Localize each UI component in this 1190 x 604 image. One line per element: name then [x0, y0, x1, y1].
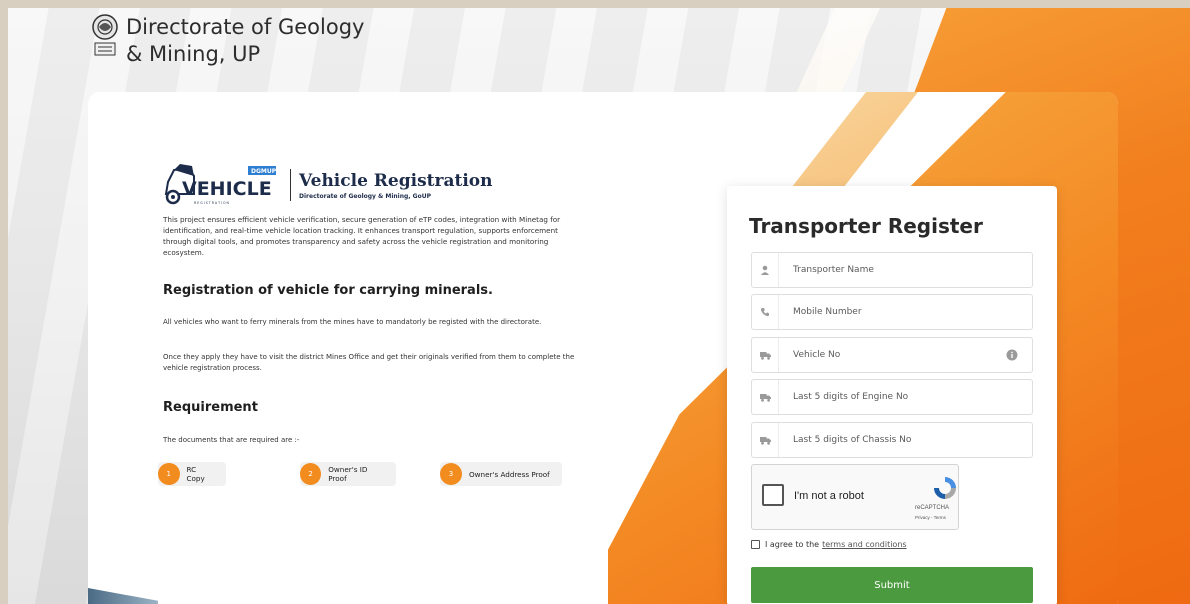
brand-title: Vehicle Registration — [299, 170, 493, 191]
form-title: Transporter Register — [749, 214, 983, 238]
registration-heading: Registration of vehicle for carrying min… — [163, 283, 493, 298]
info-icon[interactable] — [1006, 349, 1018, 361]
truck-icon — [752, 380, 779, 414]
recaptcha-widget: I'm not a robot reCAPTCHA Privacy - Term… — [751, 464, 959, 530]
vehicle-registration-brand: DGMUP VEHICLE R E G I S T R A T I O N Ve… — [160, 162, 493, 208]
registration-para-2: Once they apply they have to visit the d… — [163, 353, 575, 372]
registration-para-1: All vehicles who want to ferry minerals … — [163, 318, 542, 326]
engine-no-input[interactable] — [779, 392, 1032, 402]
chassis-no-field — [751, 422, 1033, 458]
document-number-badge: 3 — [440, 463, 462, 485]
engine-no-field — [751, 379, 1033, 415]
site-title-line1: Directorate of Geology — [126, 15, 365, 39]
document-number-badge: 1 — [158, 463, 180, 485]
vehicle-no-field — [751, 337, 1033, 373]
document-item: 2 Owner's ID Proof — [300, 462, 396, 486]
brand-subtitle: Directorate of Geology & Mining, GoUP — [299, 192, 431, 200]
terms-text: I agree to the — [765, 540, 820, 549]
brand-divider — [290, 169, 291, 201]
site-title: Directorate of Geology & Mining, UP — [126, 14, 364, 68]
mobile-number-field — [751, 294, 1033, 330]
requirement-heading: Requirement — [163, 400, 258, 415]
truck-icon — [752, 423, 779, 457]
document-item: 1 RC Copy — [158, 462, 226, 486]
document-number-badge: 2 — [300, 463, 322, 485]
site-title-line2: & Mining, UP — [126, 42, 261, 66]
logo-tag-text: DGMUP — [251, 168, 277, 175]
document-label: Owner's ID Proof — [328, 465, 368, 483]
phone-icon — [752, 295, 779, 329]
mobile-number-input[interactable] — [779, 307, 1032, 317]
recaptcha-logo-icon — [934, 477, 956, 499]
required-documents: 1 RC Copy 2 Owner's ID Proof 3 Owner's A… — [158, 462, 562, 486]
terms-checkbox[interactable] — [751, 540, 760, 549]
submit-button[interactable]: Submit — [751, 567, 1033, 603]
truck-icon — [752, 338, 779, 372]
card-light-shape — [788, 92, 918, 192]
logo-sub-text: R E G I S T R A T I O N — [194, 201, 230, 205]
up-emblem-icon — [92, 14, 118, 56]
intro-text: This project ensures efficient vehicle v… — [163, 215, 561, 257]
terms-link[interactable]: terms and conditions — [822, 540, 906, 549]
recaptcha-label: I'm not a robot — [794, 490, 864, 502]
terms-agreement: I agree to the terms and conditions — [751, 540, 907, 549]
recaptcha-privacy-terms[interactable]: Privacy - Terms — [915, 515, 946, 520]
site-header: Directorate of Geology & Mining, UP — [90, 14, 364, 68]
user-icon — [752, 253, 779, 287]
requirement-intro: The documents that are required are :- — [163, 436, 300, 444]
document-item: 3 Owner's Address Proof — [440, 462, 562, 486]
recaptcha-brand: reCAPTCHA — [915, 505, 950, 511]
chassis-no-input[interactable] — [779, 435, 1032, 445]
transporter-name-field — [751, 252, 1033, 288]
recaptcha-checkbox[interactable] — [762, 484, 784, 506]
vehicle-no-input[interactable] — [779, 350, 1006, 360]
logo-word-text: VEHICLE — [182, 178, 272, 200]
transporter-name-input[interactable] — [779, 265, 1032, 275]
document-label: Owner's Address Proof — [469, 469, 550, 479]
document-label: RC Copy — [186, 465, 205, 483]
vehicle-truck-logo-icon: DGMUP VEHICLE R E G I S T R A T I O N — [164, 164, 277, 205]
brand-text: Vehicle Registration Directorate of Geol… — [299, 171, 493, 200]
page: Directorate of Geology & Mining, UP DGMU… — [0, 0, 1190, 604]
transporter-register-form: Transporter Register Transporter Name Mo… — [727, 186, 1057, 604]
